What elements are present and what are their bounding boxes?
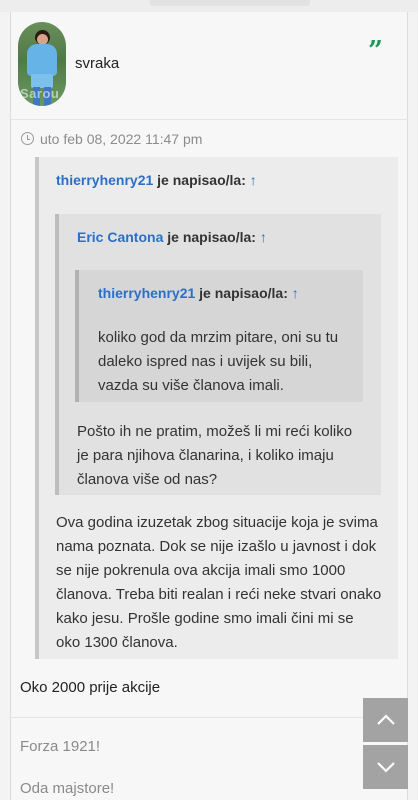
quote-outer-citation: thierryhenry21 je napisao/la: ↑ xyxy=(56,172,257,188)
scroll-up-button[interactable] xyxy=(363,698,408,742)
quote-middle-arrow-link[interactable]: ↑ xyxy=(260,229,267,245)
top-tab xyxy=(150,0,310,6)
quote-middle-text: Pošto ih ne pratim, možeš li mi reći kol… xyxy=(77,420,352,492)
text-line: oko 1300 članova. xyxy=(56,634,178,651)
quote-inner-text: koliko god da mrzim pitare, oni su tu da… xyxy=(98,326,338,398)
quote-middle-wrote: je napisao/la: xyxy=(167,229,256,245)
text-line: nama poznata. Dok se nije izašlo u javno… xyxy=(56,538,377,555)
signature-divider xyxy=(10,717,408,718)
quote-inner-wrote: je napisao/la: xyxy=(199,285,288,301)
quote-inner-author-link[interactable]: thierryhenry21 xyxy=(98,285,195,301)
quote-outer-text: Ova godina izuzetak zbog situacije koja … xyxy=(56,511,381,655)
text-line: koliko god da mrzim pitare, oni su tu xyxy=(98,329,339,346)
avatar-shirt xyxy=(27,44,57,76)
text-line: članova više od nas? xyxy=(77,471,218,488)
text-line: članova. Treba biti realan i reći neke s… xyxy=(56,586,382,603)
text-line: daleko ispred nas i uvijek su bili, xyxy=(98,353,313,370)
quote-middle-author-link[interactable]: Eric Cantona xyxy=(77,229,163,245)
user-avatar[interactable]: Sarou xyxy=(18,22,66,106)
signature-line-1: Forza 1921! xyxy=(20,738,101,755)
quote-icon[interactable]: ” xyxy=(368,38,383,64)
clock-icon xyxy=(21,132,34,145)
quote-inner-citation: thierryhenry21 je napisao/la: ↑ xyxy=(98,285,299,301)
post-timestamp: uto feb 08, 2022 11:47 pm xyxy=(40,131,203,147)
quote-middle-citation: Eric Cantona je napisao/la: ↑ xyxy=(77,229,267,245)
quote-inner-arrow-link[interactable]: ↑ xyxy=(292,285,299,301)
text-line: vazda su više članova imali. xyxy=(98,377,284,394)
text-line: se nije pokrenula ova akcija imali smo 1… xyxy=(56,562,346,579)
scroll-down-button[interactable] xyxy=(363,745,408,789)
text-line: Pošto ih ne pratim, možeš li mi reći kol… xyxy=(77,423,353,440)
text-line: je para njihova članarina, i koliko imaj… xyxy=(77,447,334,464)
text-line: Ova godina izuzetak zbog situacije koja … xyxy=(56,514,378,531)
signature-line-2: Oda majstore! xyxy=(20,780,115,797)
quote-outer-arrow-link[interactable]: ↑ xyxy=(250,172,257,188)
avatar-watermark: Sarou xyxy=(20,86,60,101)
chevron-up-icon xyxy=(376,714,395,725)
post-header-divider xyxy=(10,119,408,120)
quote-outer-wrote: je napisao/la: xyxy=(157,172,246,188)
post-username[interactable]: svraka xyxy=(75,55,119,72)
text-line: kako jesu. Prošle godine smo imali čini … xyxy=(56,610,354,627)
post-body-text: Oko 2000 prije akcije xyxy=(20,679,161,696)
chevron-down-icon xyxy=(376,762,395,773)
quote-outer-author-link[interactable]: thierryhenry21 xyxy=(56,172,153,188)
top-bar xyxy=(0,0,418,12)
